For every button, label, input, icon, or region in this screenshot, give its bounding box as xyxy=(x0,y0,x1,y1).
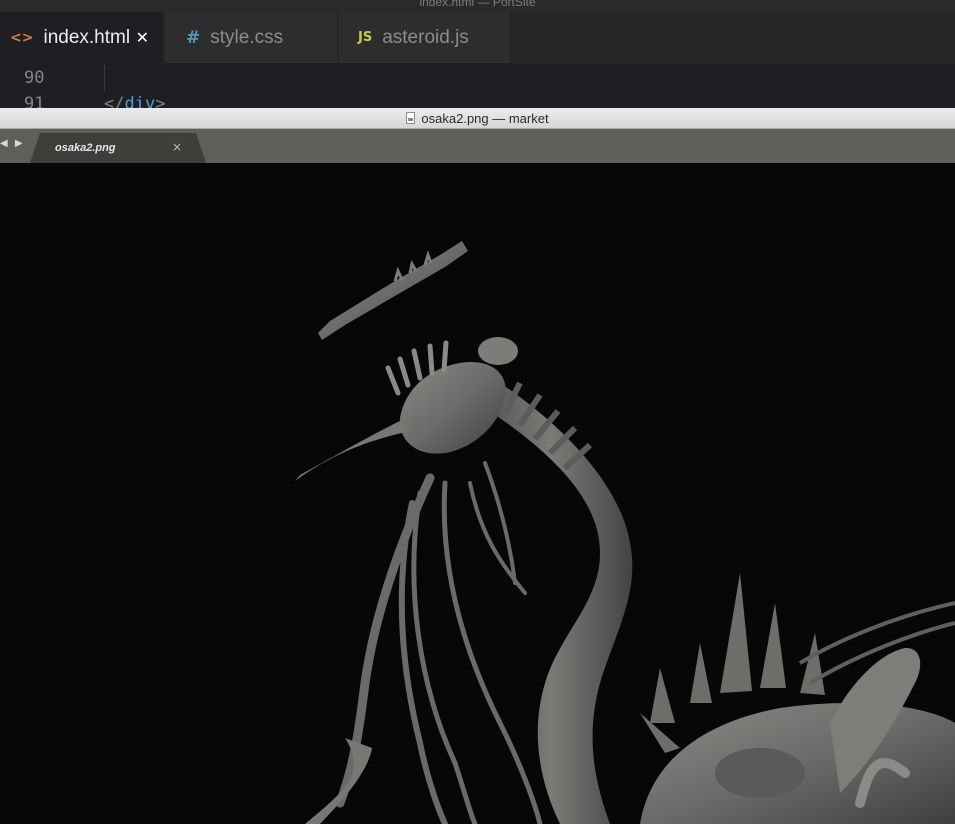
editor-window-title: index.html — PortSite xyxy=(419,0,536,9)
js-file-icon: JS xyxy=(358,30,373,45)
line-number: 91 xyxy=(24,94,45,108)
png-file-icon xyxy=(406,112,416,124)
close-icon[interactable]: × xyxy=(172,140,182,154)
css-file-icon: # xyxy=(186,27,201,48)
tab-label: style.css xyxy=(210,26,284,48)
image-viewer-window: osaka2.png — market ◀ ▶ osaka2.png × xyxy=(0,108,955,824)
creature-tentacles xyxy=(335,461,543,824)
code-bracket: </ xyxy=(104,94,125,108)
back-arrow-icon[interactable]: ◀ xyxy=(0,138,10,149)
creature-head xyxy=(295,337,518,481)
code-line: </div> xyxy=(104,94,165,108)
image-canvas[interactable] xyxy=(0,163,955,824)
line-number: 90 xyxy=(24,68,45,88)
code-area[interactable]: 90 91 </div> xyxy=(0,63,955,108)
forward-arrow-icon[interactable]: ▶ xyxy=(15,138,25,149)
tab-style-css[interactable]: # style.css xyxy=(165,12,337,63)
creature-neck xyxy=(470,381,633,824)
code-editor-window: index.html — PortSite <> index.html ✕ # … xyxy=(0,0,955,108)
editor-titlebar: index.html — PortSite xyxy=(0,0,955,12)
floating-spine-fragment xyxy=(318,241,468,340)
tab-osaka2-png[interactable]: osaka2.png × xyxy=(30,133,206,163)
editor-tab-bar: <> index.html ✕ # style.css JS asteroid.… xyxy=(0,12,955,63)
tab-label: index.html xyxy=(43,26,131,48)
tab-label: osaka2.png xyxy=(55,142,116,154)
tab-asteroid-js[interactable]: JS asteroid.js xyxy=(339,12,510,63)
close-icon[interactable]: ✕ xyxy=(136,28,149,47)
creature-body xyxy=(640,573,955,824)
tab-nav: ◀ ▶ xyxy=(0,138,25,149)
code-bracket: > xyxy=(155,94,166,108)
viewer-titlebar[interactable]: osaka2.png — market xyxy=(0,108,955,129)
viewer-window-title: osaka2.png — market xyxy=(421,110,549,126)
html-file-icon: <> xyxy=(10,29,34,46)
creature-sculpt-image xyxy=(295,241,955,824)
code-tag: div xyxy=(124,94,156,108)
viewer-tab-bar: ◀ ▶ osaka2.png × xyxy=(0,129,955,163)
tab-label: asteroid.js xyxy=(382,26,469,48)
tentacle-claw xyxy=(305,738,372,824)
tab-index-html[interactable]: <> index.html ✕ xyxy=(0,12,163,63)
indent-guide xyxy=(104,65,105,91)
